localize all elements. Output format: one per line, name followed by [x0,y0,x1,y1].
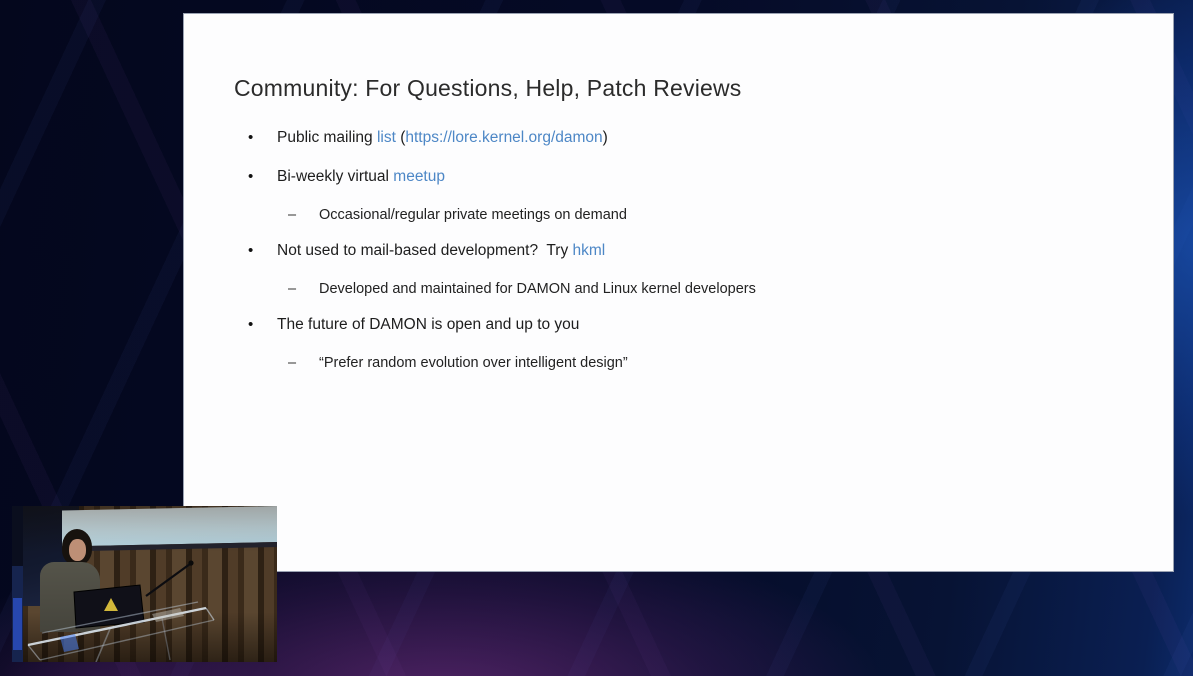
video-frame: Community: For Questions, Help, Patch Re… [0,0,1193,676]
stage-light [13,598,22,650]
bullet-item: • The future of DAMON is open and up to y… [248,314,1153,336]
slide-text-segment: Not used to mail-based development? Try [277,242,573,259]
bullet-dash-icon: – [288,207,297,223]
slide-text-segment: Developed and maintained for DAMON and L… [319,281,756,297]
bullet-dot-icon: • [248,168,254,185]
microphone [145,563,191,597]
bullet-text: The future of DAMON is open and up to yo… [277,314,579,336]
slide-text-segment: “Prefer random evolution over intelligen… [319,355,628,371]
bullet-text: Not used to mail-based development? Try … [277,240,605,262]
sub-bullet-item: – “Prefer random evolution over intellige… [288,353,1153,374]
slide-link: meetup [393,168,445,185]
bullet-text: Public mailing list (https://lore.kernel… [277,127,608,149]
slide-text-segment: Bi-weekly virtual [277,168,394,185]
bullet-text: Developed and maintained for DAMON and L… [319,279,756,300]
sub-bullet-item: – Occasional/regular private meetings on … [288,205,1153,226]
presentation-slide: Community: For Questions, Help, Patch Re… [183,13,1174,572]
slide-text-segment: ) [602,129,608,146]
microphone-head [188,560,194,566]
slide-text-segment: The future of DAMON is open and up to yo… [277,316,580,333]
slide-link: list [376,129,396,146]
bullet-list: • Public mailing list (https://lore.kerne… [184,127,1153,388]
bullet-dot-icon: • [248,242,254,259]
slide-text-segment: Occasional/regular private meetings on d… [319,207,627,223]
bullet-item: • Not used to mail-based development? Try… [248,240,1153,262]
slide-text-segment: Public mailing [277,129,377,146]
slide-text-segment: ( [395,129,406,146]
bullet-item: • Public mailing list (https://lore.kerne… [248,127,1153,149]
bullet-text: Occasional/regular private meetings on d… [319,205,627,226]
slide-link: hkml [572,242,606,259]
sub-bullet-item: – Developed and maintained for DAMON and … [288,279,1153,300]
slide-link: https://lore.kernel.org/damon [405,129,603,146]
bullet-dot-icon: • [248,129,254,146]
slide-title: Community: For Questions, Help, Patch Re… [234,75,742,101]
bullet-text: Bi-weekly virtual meetup [277,166,445,188]
bullet-dot-icon: • [248,316,254,333]
bullet-dash-icon: – [288,281,297,297]
podium-scene [12,506,215,662]
bullet-item: • Bi-weekly virtual meetup [248,166,1153,188]
bullet-text: “Prefer random evolution over intelligen… [319,353,628,374]
bullet-dash-icon: – [288,355,297,371]
podium-reflection [60,634,79,652]
speaker-video-inset [12,506,277,662]
